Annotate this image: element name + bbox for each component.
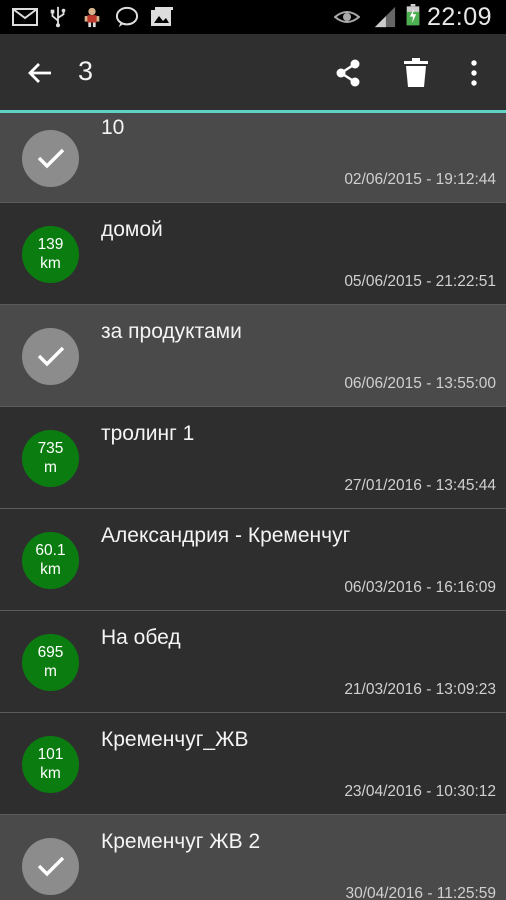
overflow-menu-icon xyxy=(471,60,477,86)
track-date: 06/06/2015 - 13:55:00 xyxy=(344,375,496,392)
list-item[interactable]: 139 km домой 05/06/2015 - 21:22:51 xyxy=(0,203,506,305)
track-name: домой xyxy=(101,218,163,241)
track-date: 05/06/2015 - 21:22:51 xyxy=(344,273,496,290)
delete-button[interactable] xyxy=(388,34,444,112)
app-figure-icon xyxy=(84,7,100,28)
track-name: На обед xyxy=(101,626,181,649)
track-date: 30/04/2016 - 11:25:59 xyxy=(345,885,496,900)
mail-icon xyxy=(12,8,38,26)
distance-badge: 101 km xyxy=(22,735,79,793)
chat-bubble-icon xyxy=(115,6,139,28)
list-item[interactable]: 695 m На обед 21/03/2016 - 13:09:23 xyxy=(0,611,506,713)
list-item[interactable]: 60.1 km Александрия - Кременчуг 06/03/2016 … xyxy=(0,509,506,611)
track-date: 21/03/2016 - 13:09:23 xyxy=(344,681,496,698)
selected-check-badge xyxy=(22,327,79,385)
clock: 22:09 xyxy=(426,3,492,31)
list-item[interactable]: 101 km Кременчуг_ЖВ 23/04/2016 - 10:30:12 xyxy=(0,713,506,815)
signal-icon xyxy=(374,6,396,28)
track-date: 02/06/2015 - 19:12:44 xyxy=(344,171,496,188)
distance-value: 139 xyxy=(37,236,64,253)
page-title: 3 xyxy=(78,56,94,86)
eye-icon xyxy=(334,11,360,23)
track-date: 06/03/2016 - 16:16:09 xyxy=(344,579,496,596)
photo-icon xyxy=(151,7,173,26)
check-icon xyxy=(37,856,64,877)
distance-unit: m xyxy=(44,663,57,680)
distance-badge: 695 m xyxy=(22,633,79,691)
distance-badge: 735 m xyxy=(22,429,79,487)
list-item[interactable]: 10 02/06/2015 - 19:12:44 xyxy=(0,113,506,203)
distance-value: 735 xyxy=(37,440,64,457)
share-button[interactable] xyxy=(320,34,376,112)
distance-unit: km xyxy=(40,561,61,578)
list-item[interactable]: Кременчуг ЖВ 2 30/04/2016 - 11:25:59 xyxy=(0,815,506,900)
distance-value: 60.1 xyxy=(35,542,66,559)
distance-value: 101 xyxy=(37,746,64,763)
track-list[interactable]: 10 02/06/2015 - 19:12:44 139 km домой 05/06/2… xyxy=(0,113,506,900)
distance-value: 695 xyxy=(37,644,64,661)
status-bar: 22:09 xyxy=(0,0,506,34)
check-icon xyxy=(37,346,64,367)
distance-badge: 60.1 km xyxy=(22,531,79,589)
overflow-menu-button[interactable] xyxy=(446,34,502,112)
distance-unit: km xyxy=(40,765,61,782)
track-date: 27/01/2016 - 13:45:44 xyxy=(344,477,496,494)
battery-charging-icon xyxy=(406,4,420,26)
track-date: 23/04/2016 - 10:30:12 xyxy=(344,783,496,800)
back-button[interactable] xyxy=(12,34,68,112)
selected-check-badge xyxy=(22,129,79,187)
back-arrow-icon xyxy=(28,63,51,83)
share-icon xyxy=(336,59,360,87)
distance-badge: 139 km xyxy=(22,225,79,283)
track-name: Кременчуг ЖВ 2 xyxy=(101,830,261,853)
track-name: Александрия - Кременчуг xyxy=(101,524,351,547)
check-icon xyxy=(37,148,64,169)
track-name: Кременчуг_ЖВ xyxy=(101,728,249,751)
usb-icon xyxy=(50,6,66,28)
distance-unit: m xyxy=(44,459,57,476)
action-bar: 3 xyxy=(0,34,506,112)
track-name: тролинг 1 xyxy=(101,422,195,445)
list-item[interactable]: 735 m тролинг 1 27/01/2016 - 13:45:44 xyxy=(0,407,506,509)
track-name: за продуктами xyxy=(101,320,242,343)
selected-check-badge xyxy=(22,837,79,895)
track-name: 10 xyxy=(101,116,125,139)
list-item[interactable]: за продуктами 06/06/2015 - 13:55:00 xyxy=(0,305,506,407)
distance-unit: km xyxy=(40,255,61,272)
delete-icon xyxy=(404,58,428,87)
